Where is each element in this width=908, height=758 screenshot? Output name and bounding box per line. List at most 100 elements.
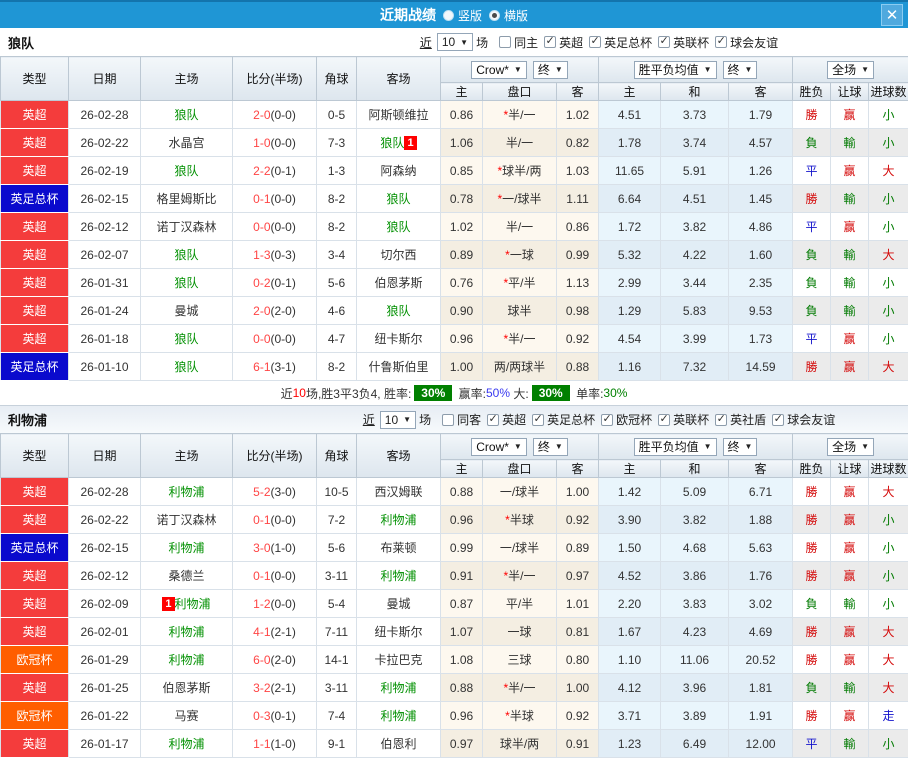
score-cell: 2-0(2-0)	[233, 297, 317, 325]
match-count-select[interactable]: 10▼	[437, 33, 473, 51]
mean-odds-select[interactable]: 胜平负均值▼	[634, 61, 717, 79]
home-team-cell: 狼队	[141, 325, 233, 353]
odds-final-select[interactable]: 终▼	[533, 438, 568, 456]
odds-away-cell: 0.80	[557, 646, 599, 674]
league-checkbox[interactable]	[772, 414, 784, 426]
match-row: 英足总杯26-02-15利物浦3-0(1-0)5-6布莱顿0.99一/球半0.8…	[1, 534, 908, 562]
result-wdl-cell: 平	[793, 157, 831, 185]
mean-home-cell: 6.64	[599, 185, 661, 213]
league-checkbox[interactable]	[715, 414, 727, 426]
away-team-name: 利物浦	[380, 709, 416, 723]
chevron-down-icon: ▼	[704, 65, 712, 74]
handicap-cell: 半/一	[483, 213, 557, 241]
sub-column-header: 进球数	[869, 83, 908, 101]
league-checkbox[interactable]	[487, 414, 499, 426]
handicap-star: *	[497, 192, 502, 206]
fulltime-score: 6-1	[253, 360, 270, 374]
result-goals-cell: 小	[869, 534, 908, 562]
mean-home-cell: 1.72	[599, 213, 661, 241]
mean-home-cell: 4.51	[599, 101, 661, 129]
result-wdl-cell: 負	[793, 297, 831, 325]
league-checkbox[interactable]	[715, 36, 727, 48]
mean-draw-cell: 3.83	[661, 590, 729, 618]
match-scope-select[interactable]: 全场▼	[827, 61, 874, 79]
home-team-name: 狼队	[174, 248, 198, 262]
league-checkbox[interactable]	[532, 414, 544, 426]
odds-away-cell: 0.82	[557, 129, 599, 157]
summary-text: 10	[293, 386, 306, 400]
halftime-score: (0-0)	[271, 332, 296, 346]
odds-away-cell: 0.98	[557, 297, 599, 325]
summary-row: 近10场,胜3平3负4, 胜率:30% 赢率:50% 大:30% 单率:30%	[0, 381, 908, 405]
radio-vertical-layout[interactable]: 竖版	[443, 7, 482, 24]
sub-column-header: 盘口	[483, 460, 557, 478]
league-filter-label: 球会友谊	[787, 411, 835, 428]
mean-draw-cell: 5.91	[661, 157, 729, 185]
result-wdl-cell: 負	[793, 590, 831, 618]
mean-final-select[interactable]: 终▼	[723, 61, 758, 79]
league-checkbox[interactable]	[589, 36, 601, 48]
close-button[interactable]: ✕	[881, 4, 903, 26]
result-wdl-cell: 負	[793, 269, 831, 297]
same-venue-checkbox[interactable]	[499, 36, 511, 48]
match-row: 英超26-01-18狼队0-0(0-0)4-7纽卡斯尔0.96*半/一0.924…	[1, 325, 908, 353]
mean-away-cell: 6.71	[729, 478, 793, 506]
near-matches-link[interactable]: 近	[420, 34, 432, 51]
odds-company-select[interactable]: Crow*▼	[471, 438, 527, 456]
chevron-down-icon: ▼	[704, 442, 712, 451]
radio-checked-icon[interactable]	[489, 10, 500, 21]
away-team-cell: 阿斯顿维拉	[357, 101, 441, 129]
mean-odds-select[interactable]: 胜平负均值▼	[634, 438, 717, 456]
corner-cell: 8-2	[317, 213, 357, 241]
league-badge-cell: 欧冠杯	[1, 646, 69, 674]
match-date-cell: 26-02-15	[69, 534, 141, 562]
fulltime-score: 0-1	[253, 569, 270, 583]
league-badge-cell: 英超	[1, 241, 69, 269]
corner-cell: 3-4	[317, 241, 357, 269]
score-cell: 0-1(0-0)	[233, 506, 317, 534]
radio-horizontal-layout[interactable]: 横版	[489, 7, 528, 24]
halftime-score: (0-0)	[271, 597, 296, 611]
away-team-name: 阿森纳	[380, 164, 416, 178]
scope-group-header: 全场▼	[793, 434, 908, 460]
odds-final-select[interactable]: 终▼	[533, 61, 568, 79]
rate-badge: 30%	[414, 385, 452, 401]
radio-unchecked-icon[interactable]	[443, 10, 454, 21]
result-handicap-cell: 赢	[831, 325, 869, 353]
home-team-cell: 狼队	[141, 353, 233, 381]
odds-company-select[interactable]: Crow*▼	[471, 61, 527, 79]
chevron-down-icon: ▼	[514, 65, 522, 74]
result-handicap-cell: 輸	[831, 129, 869, 157]
match-count-select[interactable]: 10▼	[380, 411, 416, 429]
results-sections: 狼队近10▼场同主英超英足总杯英联杯球会友谊类型日期主场比分(半场)角球客场Cr…	[0, 28, 908, 758]
league-badge-cell: 英超	[1, 101, 69, 129]
league-checkbox[interactable]	[601, 414, 613, 426]
mean-final-select[interactable]: 终▼	[723, 438, 758, 456]
result-wdl-cell: 平	[793, 213, 831, 241]
score-cell: 3-0(1-0)	[233, 534, 317, 562]
summary-text: 50%	[486, 386, 510, 400]
same-venue-checkbox[interactable]	[442, 414, 454, 426]
result-goals-cell: 大	[869, 157, 908, 185]
sub-column-header: 客	[729, 83, 793, 101]
halftime-score: (1-0)	[271, 541, 296, 555]
halftime-score: (0-0)	[271, 220, 296, 234]
league-checkbox[interactable]	[658, 36, 670, 48]
match-row: 英超26-02-01利物浦4-1(2-1)7-11纽卡斯尔1.07一球0.811…	[1, 618, 908, 646]
league-checkbox[interactable]	[544, 36, 556, 48]
corner-cell: 3-11	[317, 674, 357, 702]
home-team-name: 狼队	[174, 108, 198, 122]
home-team-cell: 曼城	[141, 297, 233, 325]
match-scope-select[interactable]: 全场▼	[827, 438, 874, 456]
away-team-cell: 布莱顿	[357, 534, 441, 562]
sub-column-header: 盘口	[483, 83, 557, 101]
result-handicap-cell: 輸	[831, 730, 869, 758]
near-matches-link[interactable]: 近	[363, 411, 375, 428]
odds-home-cell: 0.90	[441, 297, 483, 325]
radio-vertical-label: 竖版	[458, 7, 482, 24]
result-handicap-cell: 輸	[831, 590, 869, 618]
corner-cell: 5-4	[317, 590, 357, 618]
mean-group-header: 胜平负均值▼ 终▼	[599, 57, 793, 83]
league-checkbox[interactable]	[658, 414, 670, 426]
halftime-score: (0-0)	[271, 136, 296, 150]
